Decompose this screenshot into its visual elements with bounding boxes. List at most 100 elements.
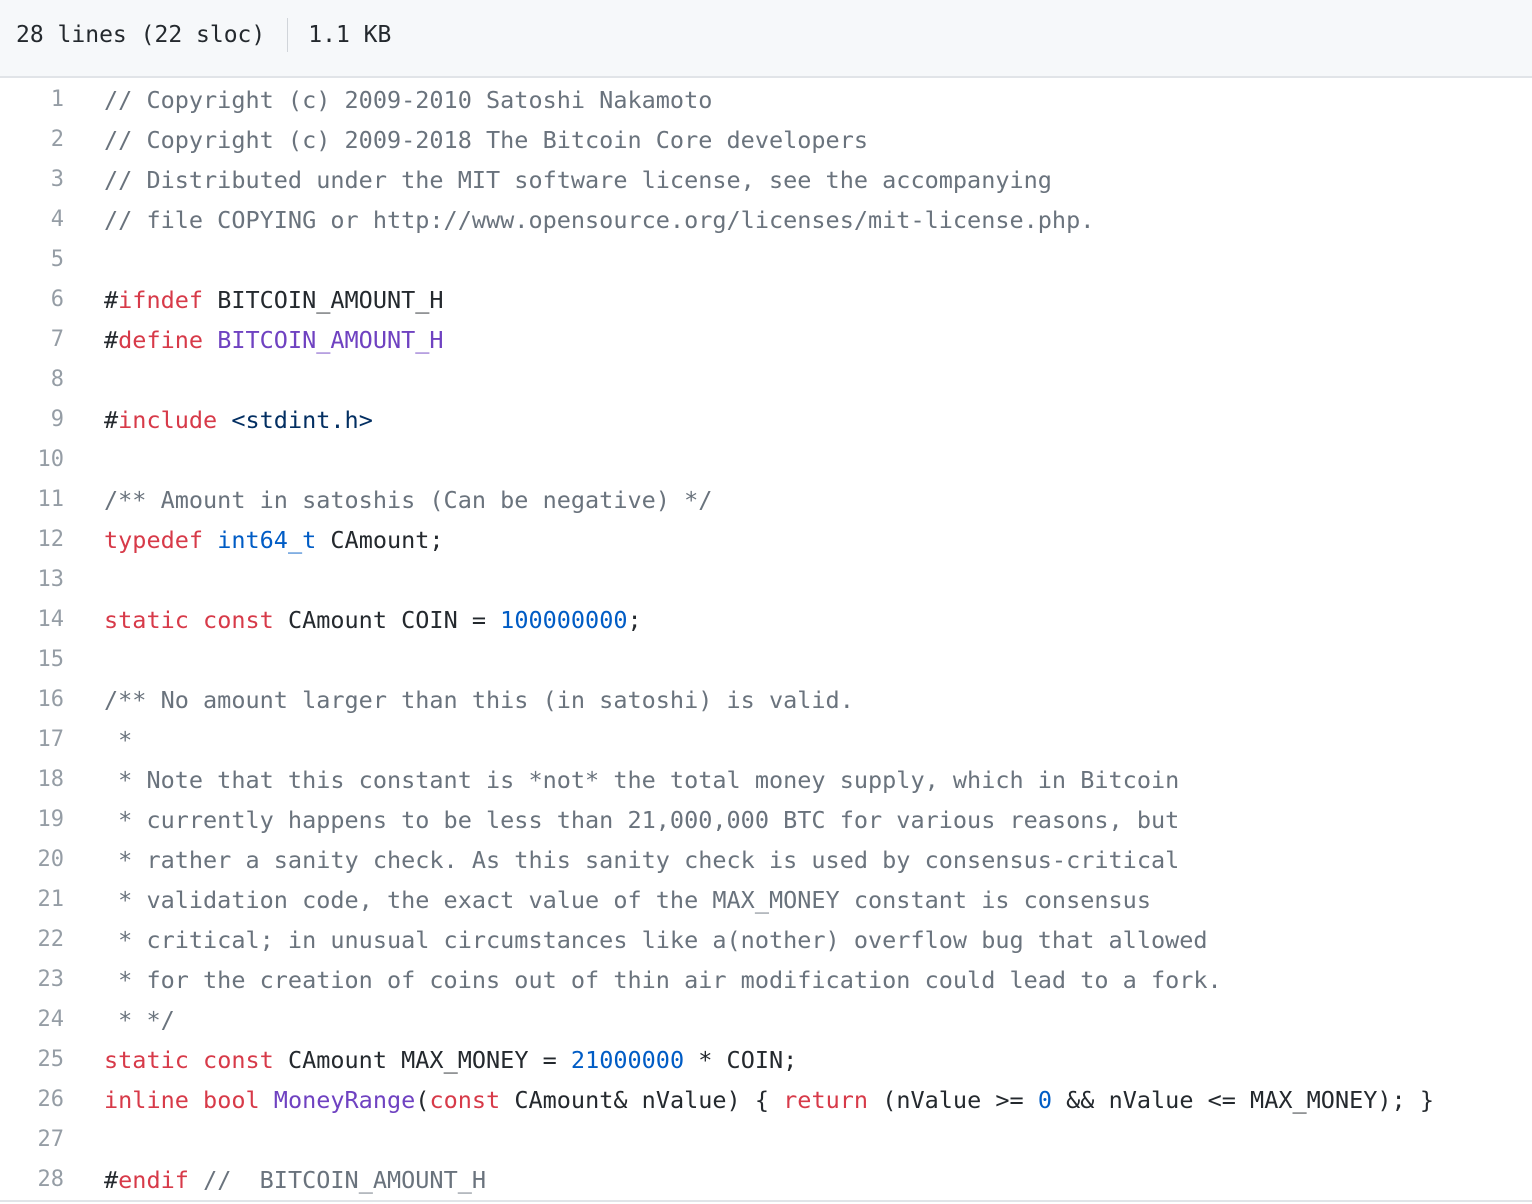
line-code: inline bool MoneyRange(const CAmount& nV…	[104, 1080, 1434, 1120]
code-token: // BITCOIN_AMOUNT_H	[203, 1166, 487, 1194]
line-number[interactable]: 22	[0, 920, 65, 960]
line-number[interactable]: 11	[0, 480, 65, 520]
code-line: 10	[0, 440, 1532, 480]
file-info-divider	[287, 18, 289, 52]
line-number[interactable]: 3	[0, 160, 64, 200]
code-token: * COIN;	[684, 1046, 798, 1074]
line-code: *	[104, 720, 132, 760]
code-line: 4 // file COPYING or http://www.opensourc…	[0, 200, 1532, 240]
line-count: 28 lines (22 sloc)	[16, 22, 266, 48]
code-token: BITCOIN_AMOUNT_H	[203, 286, 444, 314]
code-line: 22 * critical; in unusual circumstances …	[0, 920, 1532, 960]
line-number[interactable]: 18	[0, 760, 65, 800]
code-token: const	[203, 606, 274, 634]
line-number[interactable]: 10	[0, 440, 65, 480]
code-token: // file COPYING or http://www.opensource…	[104, 206, 1095, 234]
line-number[interactable]: 27	[0, 1120, 65, 1160]
line-code: #ifndef BITCOIN_AMOUNT_H	[104, 280, 444, 320]
line-code: #endif // BITCOIN_AMOUNT_H	[104, 1160, 486, 1200]
line-code: // Copyright (c) 2009-2018 The Bitcoin C…	[104, 120, 868, 160]
code-line: 1 // Copyright (c) 2009-2010 Satoshi Naka…	[0, 80, 1532, 120]
line-number[interactable]: 7	[0, 320, 64, 360]
line-number[interactable]: 16	[0, 680, 65, 720]
line-number[interactable]: 14	[0, 600, 65, 640]
code-token: 21000000	[570, 1046, 685, 1074]
line-number[interactable]: 15	[0, 640, 65, 680]
line-number[interactable]: 17	[0, 720, 65, 760]
code-token: typedef	[104, 526, 204, 554]
line-number[interactable]: 4	[0, 200, 64, 240]
line-number[interactable]: 19	[0, 800, 65, 840]
code-token: const	[203, 1046, 274, 1074]
code-line: 21 * validation code, the exact value of…	[0, 880, 1532, 920]
line-code: /** No amount larger than this (in satos…	[104, 680, 854, 720]
line-number[interactable]: 6	[0, 280, 64, 320]
code-token: 0	[1037, 1086, 1052, 1114]
code-line: 3 // Distributed under the MIT software l…	[0, 160, 1532, 200]
code-token: CAmount;	[316, 526, 444, 554]
line-number[interactable]: 26	[0, 1080, 65, 1120]
code-token: define	[118, 326, 204, 354]
line-number[interactable]: 5	[0, 240, 64, 280]
blob-bottom-border	[0, 1200, 1532, 1202]
code-token: && nValue <= MAX_MONEY); }	[1051, 1086, 1434, 1114]
code-token: return	[783, 1086, 869, 1114]
code-token: int64_t	[217, 526, 317, 554]
code-token: * rather a sanity check. As this sanity …	[104, 846, 1180, 874]
code-line: 23 * for the creation of coins out of th…	[0, 960, 1532, 1000]
line-number[interactable]: 23	[0, 960, 65, 1000]
line-number[interactable]: 2	[0, 120, 64, 160]
line-number[interactable]: 21	[0, 880, 65, 920]
line-number[interactable]: 25	[0, 1040, 65, 1080]
code-token: CAmount COIN =	[273, 606, 501, 634]
line-number[interactable]: 1	[0, 80, 64, 120]
line-number[interactable]: 20	[0, 840, 65, 880]
code-blob: 1 // Copyright (c) 2009-2010 Satoshi Naka…	[0, 80, 1532, 1204]
code-token: * validation code, the exact value of th…	[104, 886, 1151, 914]
code-token: <stdint.h>	[231, 406, 373, 434]
code-line: 28 #endif // BITCOIN_AMOUNT_H	[0, 1160, 1532, 1200]
code-token: BITCOIN_AMOUNT_H	[217, 326, 444, 354]
line-code: * currently happens to be less than 21,0…	[104, 800, 1179, 840]
line-number[interactable]: 9	[0, 400, 64, 440]
line-code: * for the creation of coins out of thin …	[104, 960, 1222, 1000]
code-token: ;	[627, 606, 642, 634]
line-code: * Note that this constant is *not* the t…	[104, 760, 1179, 800]
line-code: * validation code, the exact value of th…	[104, 880, 1151, 920]
line-number[interactable]: 8	[0, 360, 64, 400]
code-token: 100000000	[500, 606, 628, 634]
line-code: // Copyright (c) 2009-2010 Satoshi Nakam…	[104, 80, 712, 120]
line-number[interactable]: 28	[0, 1160, 65, 1200]
code-token: // Copyright (c) 2009-2018 The Bitcoin C…	[104, 126, 869, 154]
code-token: endif	[118, 1166, 189, 1194]
line-number[interactable]: 12	[0, 520, 65, 560]
code-line: 27	[0, 1120, 1532, 1160]
code-token: // Distributed under the MIT software li…	[104, 166, 1052, 194]
code-token: * for the creation of coins out of thin …	[104, 966, 1222, 994]
code-line: 24 * */	[0, 1000, 1532, 1040]
line-number[interactable]: 13	[0, 560, 65, 600]
line-code: static const CAmount MAX_MONEY = 2100000…	[104, 1040, 797, 1080]
code-line: 2 // Copyright (c) 2009-2018 The Bitcoin …	[0, 120, 1532, 160]
code-line: 8	[0, 360, 1532, 400]
code-line: 16 /** No amount larger than this (in sat…	[0, 680, 1532, 720]
code-token: * Note that this constant is *not* the t…	[104, 766, 1180, 794]
code-line: 18 * Note that this constant is *not* th…	[0, 760, 1532, 800]
file-header: 28 lines (22 sloc) 1.1 KB	[0, 0, 1532, 78]
line-code: #define BITCOIN_AMOUNT_H	[104, 320, 444, 360]
code-token: #	[104, 326, 119, 354]
line-code: * */	[104, 1000, 175, 1040]
line-number[interactable]: 24	[0, 1000, 65, 1040]
line-code: * rather a sanity check. As this sanity …	[104, 840, 1179, 880]
code-token: (	[415, 1086, 430, 1114]
code-token: inline	[104, 1086, 189, 1114]
code-token: CAmount& nValue) {	[500, 1086, 784, 1114]
code-line: 20 * rather a sanity check. As this sani…	[0, 840, 1532, 880]
code-line: 6 #ifndef BITCOIN_AMOUNT_H	[0, 280, 1532, 320]
code-token: (nValue >=	[868, 1086, 1038, 1114]
code-token: #	[104, 286, 119, 314]
code-token: include	[118, 406, 218, 434]
